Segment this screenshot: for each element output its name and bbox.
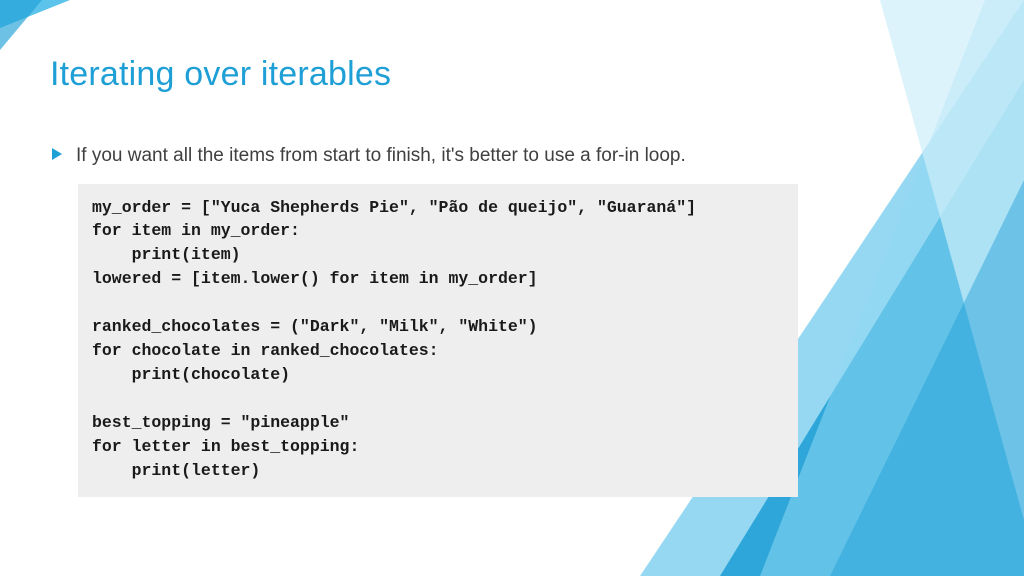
- slide: Iterating over iterables If you want all…: [0, 0, 1024, 576]
- slide-title: Iterating over iterables: [50, 55, 954, 94]
- bullet-item: If you want all the items from start to …: [50, 142, 954, 170]
- bullet-text: If you want all the items from start to …: [76, 142, 686, 170]
- triangle-bullet-icon: [50, 147, 64, 161]
- code-block: my_order = ["Yuca Shepherds Pie", "Pão d…: [78, 184, 798, 497]
- slide-content: Iterating over iterables If you want all…: [0, 0, 1024, 497]
